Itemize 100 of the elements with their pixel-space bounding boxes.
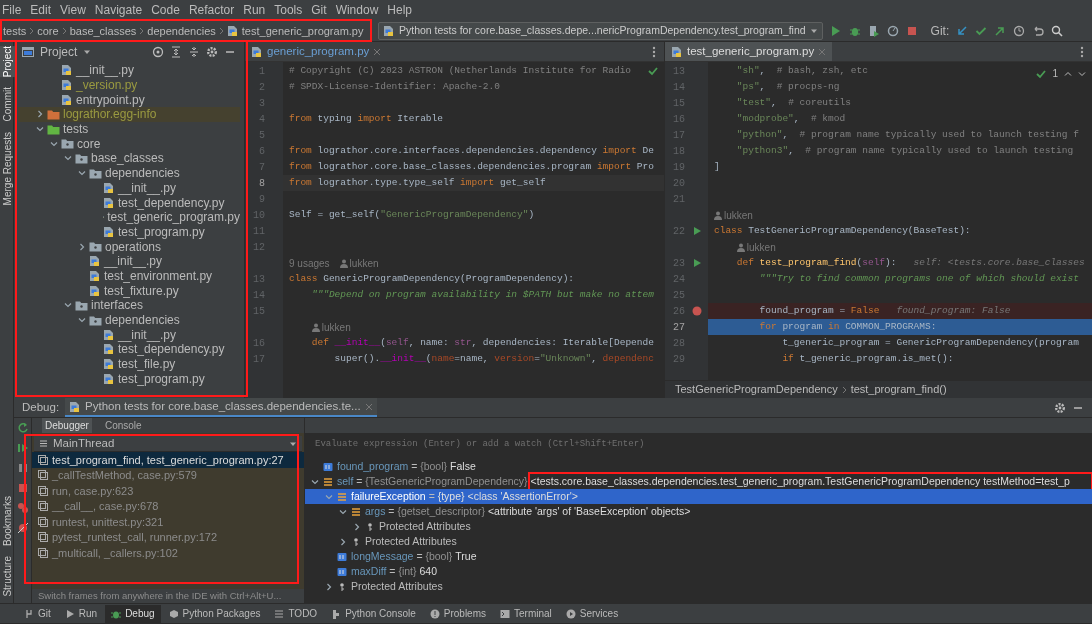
tree-item[interactable]: test_file.py: [18, 356, 240, 372]
tree-item[interactable]: base_classes: [18, 151, 240, 166]
mute-breakpoints-icon[interactable]: [16, 522, 29, 534]
run-icon[interactable]: [693, 258, 702, 268]
settings-icon[interactable]: [206, 46, 218, 58]
tree-item[interactable]: tests: [18, 121, 240, 137]
tree-item[interactable]: dependencies: [18, 165, 240, 181]
tool-window-tab[interactable]: Git: [18, 604, 57, 623]
tree-item[interactable]: __init__.py: [18, 180, 240, 196]
menu-item[interactable]: Window: [335, 1, 379, 19]
menu-item[interactable]: Code: [151, 1, 180, 19]
tool-window-tab[interactable]: Services: [559, 604, 625, 623]
breakpoints-icon[interactable]: [16, 502, 29, 514]
debugger-tab[interactable]: Debugger: [42, 418, 92, 433]
menu-item[interactable]: Tools: [274, 1, 303, 19]
breadcrumb-item[interactable]: tests: [3, 24, 27, 38]
stop-icon[interactable]: [905, 24, 918, 37]
menu-item[interactable]: Edit: [30, 1, 52, 19]
side-tool-tab[interactable]: Commit: [0, 87, 16, 122]
debugger-tab[interactable]: Console: [101, 418, 145, 433]
locate-icon[interactable]: [152, 46, 164, 58]
author-hint[interactable]: lukken: [311, 319, 351, 335]
tree-item[interactable]: __init__.py: [18, 63, 240, 78]
rerun-icon[interactable]: [16, 422, 29, 434]
tool-window-tab[interactable]: Debug: [105, 604, 161, 623]
variable-row[interactable]: maxDiff = {int} 640: [305, 564, 1092, 579]
breadcrumb-item[interactable]: test_program_find(): [850, 381, 947, 398]
variable-row[interactable]: args = {getset_descriptor} <attribute 'args' of 'BaseException' objects>: [305, 504, 1092, 519]
pause-icon[interactable]: [16, 462, 29, 474]
stack-frame[interactable]: _multicall, _callers.py:102: [32, 545, 304, 561]
menu-item[interactable]: View: [60, 1, 86, 19]
side-tool-tab[interactable]: Merge Requests: [0, 131, 16, 205]
expand-all-icon[interactable]: [170, 46, 182, 58]
chevron-down-icon[interactable]: [1078, 69, 1086, 78]
menu-item[interactable]: Git: [311, 1, 327, 19]
variable-row[interactable]: self = {TestGenericProgramDependency} <tests.core.base_classes.dependencies.test_generic_program.TestGenericProgramDependency testMethod=test_p: [305, 474, 1092, 489]
stack-frame[interactable]: pytest_runtest_call, runner.py:172: [32, 529, 304, 545]
tree-item[interactable]: test_dependency.py: [18, 195, 240, 210]
tree-item[interactable]: test_fixture.py: [18, 283, 240, 298]
stack-frame[interactable]: __call__, case.py:678: [32, 498, 304, 514]
tree-item[interactable]: test_program.py: [18, 371, 240, 387]
variable-row[interactable]: Protected Attributes: [305, 579, 1092, 594]
caret-icon[interactable]: [83, 48, 92, 56]
tree-item[interactable]: entrypoint.py: [18, 92, 240, 108]
menu-item[interactable]: Refactor: [188, 1, 235, 19]
author-hint[interactable]: lukken: [714, 207, 753, 223]
breadcrumb-item[interactable]: TestGenericProgramDependency: [675, 381, 838, 398]
run-configuration-dropdown[interactable]: Python tests for core.base_classes.depe...nericProgramDependency.test_program_find: [378, 21, 823, 40]
close-icon[interactable]: [373, 47, 382, 56]
tree-item[interactable]: operations: [18, 239, 240, 254]
tree-item[interactable]: dependencies: [18, 312, 240, 328]
chevron-up-icon[interactable]: [1064, 69, 1072, 78]
variable-row[interactable]: found_program = {bool} False: [305, 459, 1092, 474]
stack-frame[interactable]: test_program_find, test_generic_program.py:27: [32, 452, 304, 468]
tree-item[interactable]: __init__.py: [18, 253, 240, 269]
stack-frame[interactable]: runtest, unittest.py:321: [32, 514, 304, 530]
variable-row[interactable]: failureException = {type} <class 'AssertionError'>: [305, 489, 1092, 504]
rollback-icon[interactable]: [1032, 24, 1045, 37]
tree-item[interactable]: lograthor.egg-info: [18, 107, 240, 122]
run-icon[interactable]: [693, 226, 702, 236]
tree-item[interactable]: core: [18, 136, 240, 152]
tool-window-tab[interactable]: Python Packages: [162, 604, 267, 623]
variable-row[interactable]: Protected Attributes: [305, 519, 1092, 534]
tree-item[interactable]: test_program.py: [18, 224, 240, 240]
update-arrow-icon[interactable]: [956, 24, 969, 37]
breakpoint-icon[interactable]: [692, 306, 702, 316]
settings-icon[interactable]: [1054, 401, 1066, 414]
stack-frame[interactable]: _callTestMethod, case.py:579: [32, 467, 304, 483]
tree-item[interactable]: test_environment.py: [18, 268, 240, 284]
more-options-icon[interactable]: [1080, 45, 1084, 58]
tool-window-tab[interactable]: Problems: [423, 604, 492, 623]
stack-frame[interactable]: run, case.py:623: [32, 483, 304, 499]
thread-dropdown[interactable]: MainThread: [34, 436, 302, 452]
breadcrumb-item[interactable]: test_generic_program.py: [241, 24, 364, 38]
coverage-icon[interactable]: [867, 24, 880, 37]
push-arrow-icon[interactable]: [994, 24, 1007, 37]
collapse-all-icon[interactable]: [188, 46, 200, 58]
more-options-icon[interactable]: [652, 45, 656, 58]
tree-item[interactable]: interfaces: [18, 298, 240, 313]
usages-hint[interactable]: 9 usages: [289, 255, 330, 271]
tree-item[interactable]: _version.py: [18, 77, 240, 93]
side-tool-tab[interactable]: Structure: [0, 556, 16, 597]
tool-window-tab[interactable]: Run: [58, 604, 104, 623]
session-tab[interactable]: Python tests for core.base_classes.dependencies.te...: [65, 398, 377, 417]
variable-row[interactable]: longMessage = {bool} True: [305, 549, 1092, 564]
close-icon[interactable]: [364, 402, 373, 411]
history-clock-icon[interactable]: [1013, 24, 1026, 37]
tool-window-tab[interactable]: Terminal: [494, 604, 558, 623]
menu-item[interactable]: File: [2, 1, 22, 19]
resume-icon[interactable]: [16, 442, 29, 454]
tree-item[interactable]: __init__.py: [18, 327, 240, 343]
tool-window-tab[interactable]: TODO: [268, 604, 324, 623]
run-icon[interactable]: [829, 24, 842, 37]
profiler-icon[interactable]: [886, 24, 899, 37]
editor-tab[interactable]: test_generic_program.py: [665, 42, 833, 61]
tree-item[interactable]: test_generic_program.py: [18, 209, 240, 225]
author-hint[interactable]: lukken: [339, 255, 379, 271]
breadcrumb-item[interactable]: core: [37, 24, 59, 38]
side-tool-tab[interactable]: Project: [0, 46, 16, 78]
tree-item[interactable]: test_dependency.py: [18, 342, 240, 357]
